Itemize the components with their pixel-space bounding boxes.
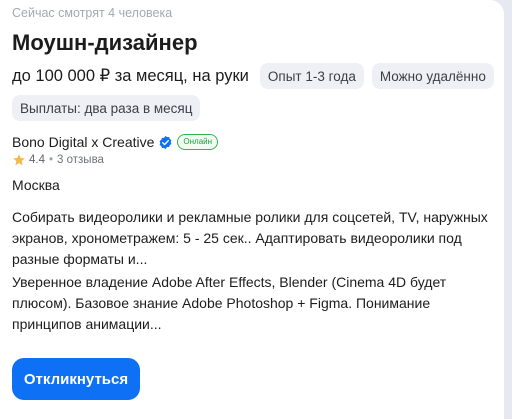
rating-value: 4.4	[29, 154, 45, 166]
payout-row: Выплаты: два раза в месяц	[12, 95, 201, 121]
vacancy-title[interactable]: Моушн-дизайнер	[12, 30, 198, 56]
requirements: Уверенное владение Adobe After Effects, …	[12, 274, 447, 332]
respond-button[interactable]: Откликнуться	[12, 358, 140, 400]
experience-chip: Опыт 1-3 года	[259, 63, 364, 89]
separator-dot: •	[49, 154, 54, 166]
salary: до 100 000 ₽ за месяц, на руки	[12, 67, 249, 85]
viewers-count: Сейчас смотрят 4 человека	[12, 6, 173, 20]
company-row: Bono Digital x Creative Онлайн	[12, 133, 219, 151]
description: Собирать видеоролики и рекламные ролики …	[12, 209, 488, 267]
online-badge: Онлайн	[177, 134, 219, 150]
company-name[interactable]: Bono Digital x Creative	[12, 134, 154, 150]
vacancy-card[interactable]: Сейчас смотрят 4 человека Моушн-дизайнер…	[0, 0, 504, 419]
payout-chip: Выплаты: два раза в месяц	[12, 95, 201, 121]
rating-row[interactable]: 4.4 • 3 отзыва	[12, 152, 104, 168]
salary-row: до 100 000 ₽ за месяц, на руки Опыт 1-3 …	[12, 63, 494, 89]
remote-chip: Можно удалённо	[371, 63, 494, 89]
star-icon	[12, 153, 26, 167]
city: Москва	[12, 177, 60, 193]
reviews-count: 3 отзыва	[57, 154, 104, 166]
verified-check-icon	[158, 135, 173, 150]
